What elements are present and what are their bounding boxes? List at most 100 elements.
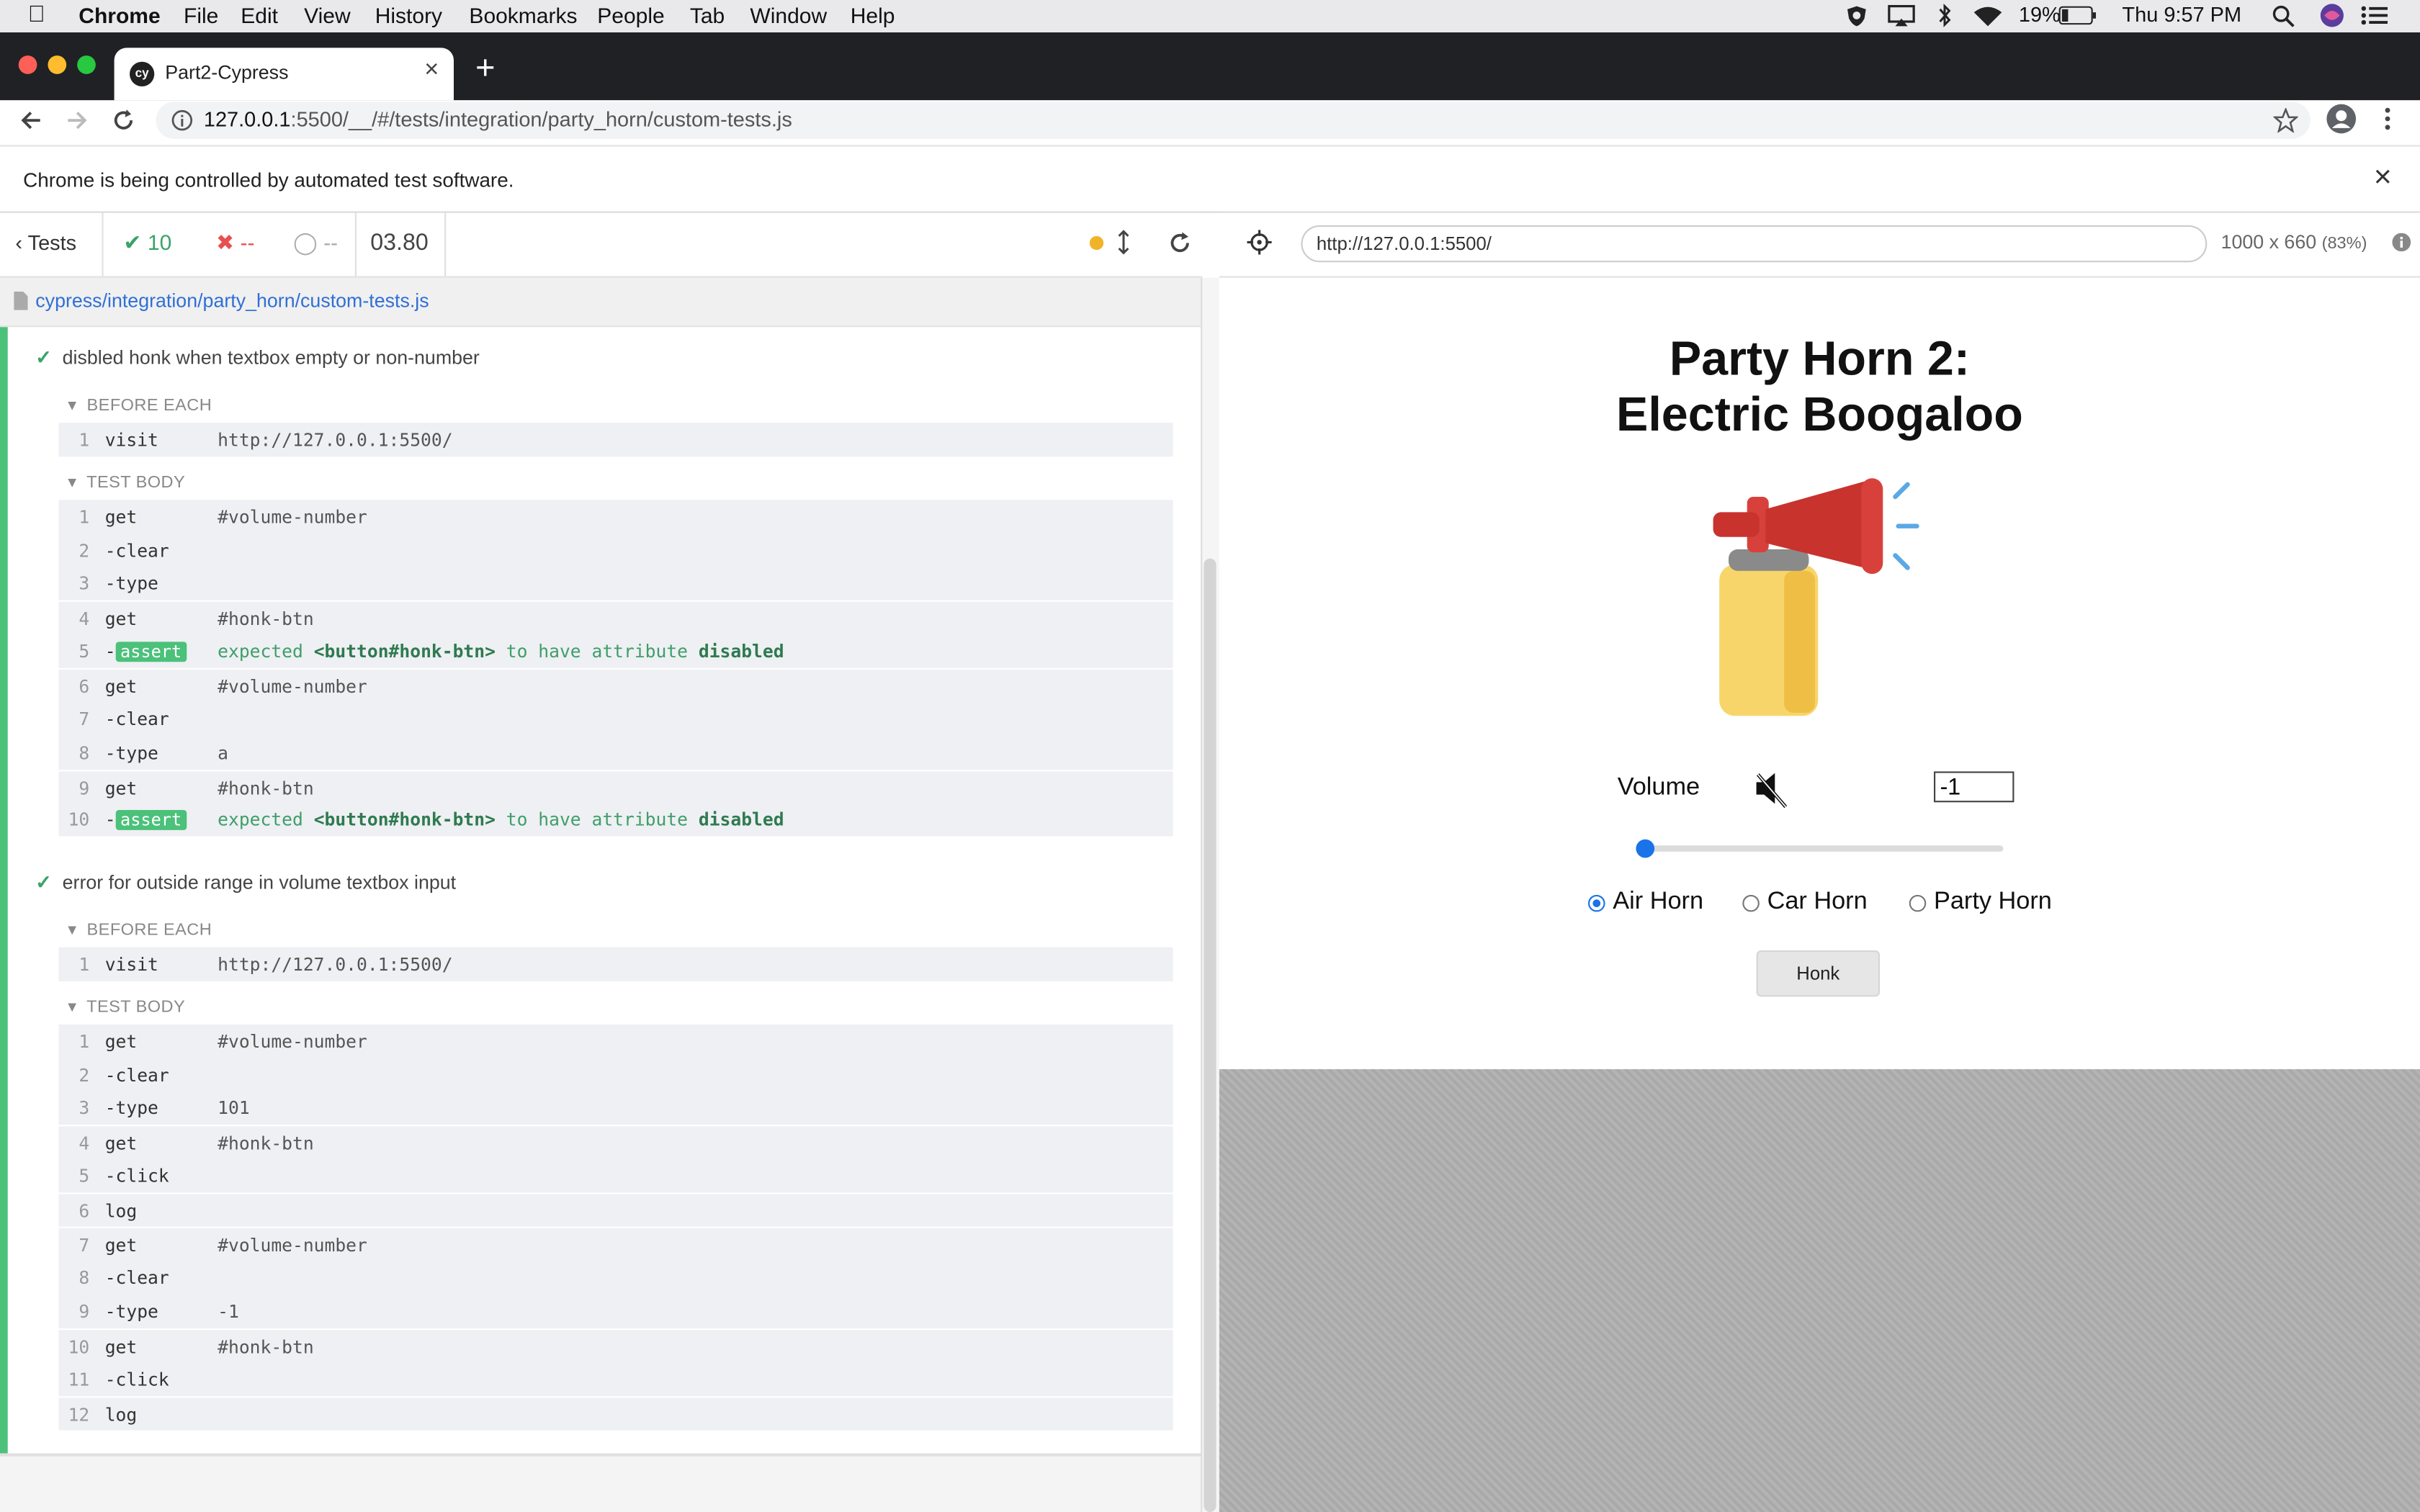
window-minimize-button[interactable] <box>48 55 67 74</box>
infobar-close-icon[interactable]: × <box>2374 161 2392 196</box>
radio-button[interactable] <box>1588 894 1605 912</box>
selector-playground-icon[interactable] <box>1247 230 1272 255</box>
honk-button[interactable]: Honk <box>1756 950 1880 997</box>
hook-before-each-2[interactable]: ▾ BEFORE EACH <box>68 919 212 940</box>
menu-history[interactable]: History <box>375 3 442 27</box>
command-row[interactable]: 3 -type 101 <box>58 1091 1173 1125</box>
pending-count[interactable]: ◯ -- <box>293 230 338 256</box>
command-row[interactable]: 9 -type -1 <box>58 1295 1173 1328</box>
command-row[interactable]: 4 get #honk-btn <box>58 1125 1173 1160</box>
command-row[interactable]: 1 get #volume-number <box>58 500 1173 534</box>
browser-tab[interactable]: cy Part2-Cypress × <box>114 48 454 101</box>
hook-before-each-1[interactable]: ▾ BEFORE EACH <box>68 395 212 415</box>
test-title-2[interactable]: ✓ error for outside range in volume text… <box>35 870 456 894</box>
battery-icon[interactable] <box>2058 6 2098 25</box>
bluetooth-icon[interactable] <box>1937 3 1952 27</box>
volume-number-input[interactable] <box>1934 771 2015 803</box>
spotlight-search-icon[interactable] <box>2272 4 2295 27</box>
assert-row[interactable]: 10- assert expected <button#honk-btn> to h… <box>58 802 1173 836</box>
radio-button[interactable] <box>1909 894 1927 912</box>
command-row[interactable]: 9 get #honk-btn <box>58 770 1173 805</box>
radio-label: Party Horn <box>1934 888 2052 915</box>
wifi-icon[interactable] <box>1973 4 2004 27</box>
command-row[interactable]: 4 get #honk-btn <box>58 600 1173 636</box>
command-row[interactable]: 5 -click <box>58 1158 1173 1192</box>
command-row[interactable]: 3 -type <box>58 566 1173 600</box>
menu-view[interactable]: View <box>304 3 350 27</box>
bookmark-star-icon[interactable] <box>2273 108 2298 133</box>
command-row[interactable]: 12 log <box>58 1396 1173 1431</box>
menu-file[interactable]: File <box>184 3 218 27</box>
command-row[interactable]: 7 get #volume-number <box>58 1226 1173 1262</box>
caret-down-icon: ▾ <box>68 921 77 940</box>
failed-count[interactable]: ✖ -- <box>216 230 254 256</box>
volume-slider-thumb[interactable] <box>1636 839 1655 858</box>
menu-help[interactable]: Help <box>851 3 895 27</box>
command-row[interactable]: 1 visit http://127.0.0.1:5500/ <box>58 423 1173 456</box>
volume-label: Volume <box>1617 774 1700 801</box>
command-row[interactable]: 8 -type a <box>58 736 1173 770</box>
check-icon: ✓ <box>35 347 52 369</box>
menu-bookmarks[interactable]: Bookmarks <box>469 3 577 27</box>
command-row[interactable]: 8 -clear <box>58 1261 1173 1295</box>
siri-icon[interactable] <box>2320 3 2344 27</box>
tests-back-button[interactable]: ‹ Tests <box>15 231 76 254</box>
command-row[interactable]: 6 log <box>58 1192 1173 1228</box>
menubar-clock[interactable]: Thu 9:57 PM <box>2122 3 2241 26</box>
passed-count[interactable]: ✔ 10 <box>123 230 171 256</box>
menu-app-name[interactable]: Chrome <box>79 3 160 27</box>
cypress-favicon-icon: cy <box>130 61 155 86</box>
command-row[interactable]: 7 -clear <box>58 702 1173 736</box>
site-info-icon[interactable] <box>171 109 193 131</box>
reporter-scrollbar-thumb[interactable] <box>1204 558 1216 1512</box>
new-tab-icon[interactable]: + <box>475 48 496 88</box>
spec-path-link[interactable]: cypress/integration/party_horn/custom-te… <box>35 290 429 312</box>
volume-slider[interactable] <box>1636 839 2004 858</box>
reload-icon[interactable] <box>111 108 135 132</box>
spec-file-bar: cypress/integration/party_horn/custom-te… <box>0 277 1201 328</box>
command-row[interactable]: 2 -clear <box>58 1058 1173 1092</box>
back-icon[interactable] <box>19 108 43 132</box>
test-title-1[interactable]: ✓ disbled honk when textbox empty or non… <box>35 346 480 369</box>
radio-party-horn[interactable]: Party Horn <box>1909 888 2094 919</box>
aut-empty-area <box>1219 1069 2420 1512</box>
window-zoom-button[interactable] <box>77 55 96 74</box>
radio-car-horn[interactable]: Car Horn <box>1742 888 1927 919</box>
hook-test-body-2[interactable]: ▾ TEST BODY <box>68 996 185 1017</box>
command-row[interactable]: 10 get #honk-btn <box>58 1328 1173 1364</box>
browser-menu-icon[interactable] <box>2381 107 2393 131</box>
menu-tab[interactable]: Tab <box>690 3 725 27</box>
command-row[interactable]: 2 -clear <box>58 534 1173 567</box>
auto-scroll-toggle-icon[interactable] <box>1116 230 1131 255</box>
aut-url-text: http://127.0.0.1:5500/ <box>1316 233 1492 255</box>
menu-edit[interactable]: Edit <box>241 3 278 27</box>
address-bar[interactable]: 127.0.0.1:5500/__/#/tests/integration/pa… <box>156 102 2311 139</box>
airplay-icon[interactable] <box>1888 4 1916 27</box>
command-row[interactable]: 1 visit http://127.0.0.1:5500/ <box>58 948 1173 981</box>
command-row[interactable]: 6 get #volume-number <box>58 667 1173 703</box>
hook-test-body-1[interactable]: ▾ TEST BODY <box>68 472 185 492</box>
notification-center-icon[interactable] <box>2361 6 2388 25</box>
tab-title: Part2-Cypress <box>165 61 289 84</box>
command-row[interactable]: 11 -click <box>58 1362 1173 1396</box>
forward-icon[interactable] <box>65 108 89 132</box>
test-body-commands-1: 1 get #volume-number 2 -clear 3 -type 4 get #h… <box>58 500 1173 837</box>
rerun-icon[interactable] <box>1168 231 1191 254</box>
command-row[interactable]: 1 get #volume-number <box>58 1025 1173 1058</box>
radio-button[interactable] <box>1742 894 1760 912</box>
menu-window[interactable]: Window <box>750 3 827 27</box>
app-under-test: Party Horn 2: Electric Boogaloo Volume -… <box>1219 277 2420 1070</box>
profile-avatar-icon[interactable] <box>2326 104 2357 135</box>
caret-down-icon: ▾ <box>68 473 77 492</box>
menu-people[interactable]: People <box>597 3 664 27</box>
assert-badge: assert <box>115 809 187 830</box>
chevron-left-icon: ‹ <box>15 231 23 255</box>
window-close-button[interactable] <box>18 55 37 74</box>
shield-icon[interactable] <box>1846 4 1868 27</box>
info-icon[interactable] <box>2392 233 2411 252</box>
assert-row[interactable]: 5- assert expected <button#honk-btn> to ha… <box>58 634 1173 668</box>
tab-close-icon[interactable]: × <box>424 57 439 85</box>
aut-url-display[interactable]: http://127.0.0.1:5500/ <box>1301 225 2208 263</box>
viewport-size: 1000 x 660 (83%) <box>2220 231 2367 253</box>
apple-icon[interactable]:  <box>28 1 45 27</box>
